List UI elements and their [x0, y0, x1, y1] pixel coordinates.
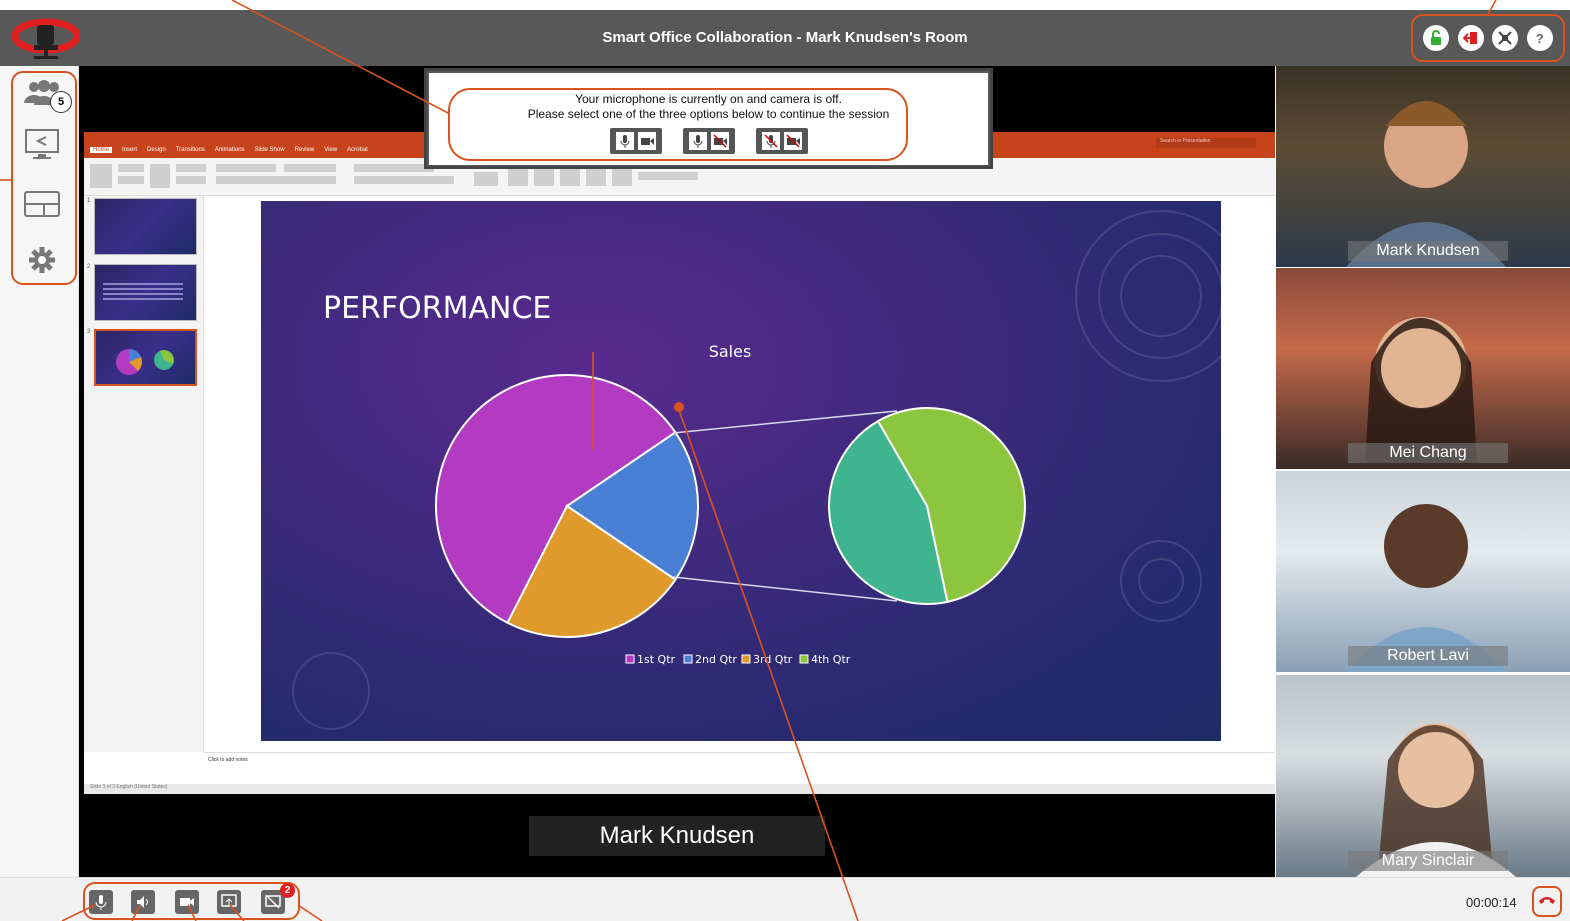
video-tile-2[interactable]: Mei Chang: [1276, 268, 1570, 469]
screen-share-icon[interactable]: [20, 122, 64, 166]
video-tile-3[interactable]: Robert Lavi: [1276, 471, 1570, 672]
video-tile-4[interactable]: Mary Sinclair: [1276, 675, 1570, 877]
legend-label: 1st Qtr: [637, 653, 676, 666]
legend-label: 2nd Qtr: [695, 653, 737, 666]
participant-portrait: [1365, 317, 1477, 463]
slide-number: 2: [87, 264, 91, 270]
settings-gear-icon[interactable]: [20, 238, 64, 282]
unlock-icon[interactable]: [1423, 25, 1450, 51]
ppt-tab-view[interactable]: View: [324, 147, 337, 153]
camera-off-icon: [784, 132, 802, 150]
pie-main: [435, 374, 699, 638]
exit-icon[interactable]: [1457, 25, 1484, 51]
participant-name: Robert Lavi: [1348, 646, 1508, 666]
ppt-search-input[interactable]: Search in Presentation: [1156, 138, 1256, 148]
notes-field[interactable]: Click to add notes: [204, 752, 1275, 784]
participants-count-badge: 5: [50, 91, 72, 113]
legend-swatch: [625, 654, 635, 664]
participant-name: Mark Knudsen: [1348, 241, 1508, 261]
active-speaker-name: Mark Knudsen: [529, 816, 825, 856]
dialog-highlight: [448, 88, 908, 161]
share-screen-icon[interactable]: [217, 890, 241, 914]
speaker-icon[interactable]: [131, 890, 155, 914]
app-window: Smart Office Collaboration - Mark Knudse…: [0, 0, 1570, 921]
chart-title: Sales: [709, 342, 752, 361]
ppt-tab-home[interactable]: Home: [90, 147, 113, 153]
slide-number: 3: [87, 329, 91, 335]
ppt-tab-slideshow[interactable]: Slide Show: [255, 147, 285, 153]
participant-portrait: [1346, 101, 1506, 267]
legend-swatch: [683, 654, 693, 664]
slide-thumbnail-1[interactable]: [94, 198, 197, 255]
top-actions-group: ?: [1411, 14, 1565, 62]
collapse-icon[interactable]: [1492, 25, 1519, 51]
hangup-icon: [1537, 892, 1557, 911]
ppt-tab-acrobat[interactable]: Acrobat: [347, 147, 368, 153]
legend-label: 4th Qtr: [811, 653, 851, 666]
pie-secondary: [828, 407, 1026, 605]
microphone-icon[interactable]: [89, 890, 113, 914]
legend-swatch: [741, 654, 751, 664]
participant-name: Mei Chang: [1348, 443, 1508, 463]
microphone-icon: [616, 132, 634, 150]
legend-swatch: [799, 654, 809, 664]
ppt-tab-transitions[interactable]: Transitions: [176, 147, 205, 153]
participant-portrait: [1346, 504, 1506, 672]
slide-number: 1: [87, 198, 91, 204]
ppt-tab-animations[interactable]: Animations: [215, 147, 245, 153]
option-mic-on-camera-off[interactable]: [683, 128, 735, 154]
camera-icon[interactable]: [175, 890, 199, 914]
chart-legend: 1st Qtr 2nd Qtr 3rd Qtr 4th Qtr: [625, 653, 851, 666]
microphone-icon: [689, 132, 707, 150]
call-timer: 00:00:14: [1466, 895, 1517, 910]
help-icon[interactable]: ?: [1526, 25, 1553, 51]
slide-thumbnail-3[interactable]: [94, 329, 197, 386]
ppt-tab-design[interactable]: Design: [147, 147, 166, 153]
layout-icon[interactable]: [20, 182, 64, 226]
camera-icon: [638, 132, 656, 150]
window-title: Smart Office Collaboration - Mark Knudse…: [602, 29, 968, 46]
ppt-tab-insert[interactable]: Insert: [122, 147, 137, 153]
camera-off-icon: [711, 132, 729, 150]
ppt-tab-review[interactable]: Review: [295, 147, 315, 153]
participant-portrait: [1356, 723, 1516, 877]
sales-chart: Sales 1st Qtr 2nd Qtr 3rd Qtr 4th Qtr: [435, 342, 1026, 666]
hangup-button[interactable]: [1532, 886, 1562, 917]
ppt-status-bar: Slide 3 of 3 English (United States): [84, 784, 1275, 794]
connector-line-top: [672, 410, 898, 434]
ppt-tabs: Home Insert Design Transitions Animation…: [90, 147, 368, 153]
legend-label: 3rd Qtr: [753, 653, 793, 666]
microphone-off-icon: [762, 132, 780, 150]
chat-unread-badge: 2: [280, 883, 295, 898]
presentation-slide: PERFORMANCE Sales 1st Qtr 2nd Qtr 3rd Qtr 4…: [261, 201, 1221, 741]
slide-thumbnails-panel: 1 2 3: [84, 196, 204, 752]
video-tile-1[interactable]: Mark Knudsen: [1276, 66, 1570, 267]
option-mic-on-camera-on[interactable]: [610, 128, 662, 154]
option-mic-off-camera-off[interactable]: [756, 128, 808, 154]
participant-name: Mary Sinclair: [1348, 851, 1508, 871]
slide-thumbnail-2[interactable]: [94, 264, 197, 321]
